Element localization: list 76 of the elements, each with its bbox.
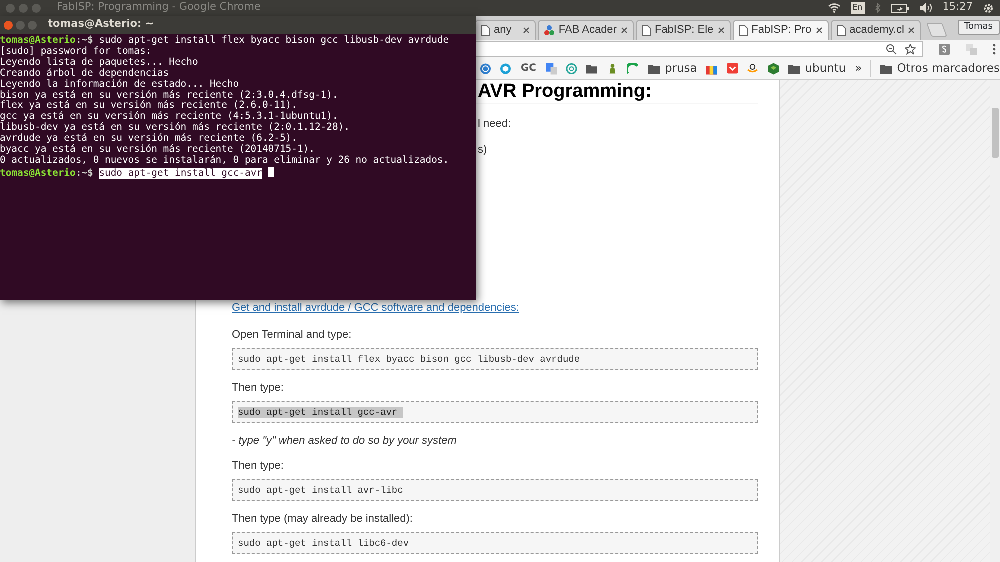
terminal-output: Leyendo lista de paquetes... Hecho bbox=[0, 56, 198, 68]
battery-icon[interactable] bbox=[890, 4, 909, 12]
paragraph-text: Then type (may already be installed): bbox=[232, 512, 414, 526]
star-icon[interactable] bbox=[905, 44, 916, 54]
close-icon[interactable] bbox=[620, 27, 628, 34]
triangle-logo-icon bbox=[544, 25, 555, 36]
document-icon bbox=[836, 25, 846, 36]
smile-arrow-icon[interactable] bbox=[747, 62, 759, 74]
more-bookmarks-button[interactable]: » bbox=[855, 60, 872, 78]
terminal-output: flex ya está en su versión más reciente (2.6.0-11). bbox=[0, 100, 298, 112]
terminal-output: libusb-dev ya está en su versión más reciente (2:0.1.12-28). bbox=[0, 122, 350, 134]
cube-icon[interactable] bbox=[500, 62, 512, 74]
document-icon bbox=[481, 25, 490, 36]
paragraph-text: l need: bbox=[478, 118, 512, 130]
terminal-output: avrdude ya está en su versión más reciente (6.2-5). bbox=[0, 133, 298, 144]
browser-tab[interactable]: any bbox=[475, 20, 536, 40]
pocket-icon[interactable] bbox=[726, 62, 738, 74]
cube-icon[interactable] bbox=[768, 62, 780, 74]
volume-icon[interactable] bbox=[918, 3, 933, 13]
code-block: sudo apt-get install avr-libc bbox=[232, 478, 758, 500]
bookmark-folder[interactable]: prusa bbox=[648, 60, 698, 78]
clock[interactable]: 15:27 bbox=[942, 0, 973, 16]
terminal-output: byacc ya está en su versión más reciente (20140715-1). bbox=[0, 144, 315, 156]
terminal-output: gcc ya está en su versión más reciente (4:5.3.1-1ubuntu1). bbox=[0, 111, 338, 122]
page-heading: AVR Programming: bbox=[478, 81, 653, 103]
menu-icon[interactable] bbox=[993, 44, 996, 54]
folder-icon bbox=[788, 62, 800, 74]
terminal-output: Creando árbol de dependencias bbox=[0, 68, 170, 79]
bluetooth-icon[interactable] bbox=[874, 3, 881, 13]
terminal-output: bison ya está en su versión más reciente (2:3.0.4.dfsg-1). bbox=[0, 90, 338, 101]
paragraph-text: Then type: bbox=[232, 460, 285, 472]
prompt-user: tomas@Asterio bbox=[0, 35, 76, 46]
terminal-output: 0 actualizados, 0 nuevos se instalarán, 0 para eliminar y 26 no actualizados. bbox=[0, 154, 450, 166]
paragraph-text: Then type: bbox=[232, 382, 285, 394]
scrollbar[interactable] bbox=[990, 80, 1000, 562]
terminal-output: [sudo] password for tomas: bbox=[0, 46, 152, 57]
window-title: FabISP: Programming - Google Chrome bbox=[57, 0, 261, 16]
profile-button[interactable]: Tomas bbox=[958, 20, 1000, 35]
close-icon[interactable] bbox=[908, 27, 916, 34]
browser-tab[interactable]: FabISP: Pro bbox=[732, 20, 829, 40]
terminal-command: sudo apt-get install gcc-avr bbox=[99, 168, 262, 179]
browser-tab[interactable]: FAB Acader bbox=[538, 20, 634, 40]
wifi-icon[interactable] bbox=[828, 3, 841, 13]
section-link[interactable]: Get and install avrdude / GCC software and dependencies: bbox=[232, 300, 520, 316]
terminal-output: Leyendo la información de estado... Hecho bbox=[0, 78, 240, 90]
code-block: sudo apt-get install gcc-avr bbox=[232, 400, 758, 422]
paragraph-text: s) bbox=[478, 144, 488, 156]
knot-icon[interactable] bbox=[566, 62, 578, 74]
close-icon[interactable] bbox=[718, 27, 725, 34]
circle-icon[interactable] bbox=[480, 62, 492, 74]
zoom-icon[interactable] bbox=[886, 44, 897, 54]
paragraph-text: Open Terminal and type: bbox=[232, 328, 353, 342]
prompt-path: :~$ bbox=[76, 35, 94, 46]
folder-icon bbox=[648, 62, 660, 74]
extension-icon[interactable] bbox=[939, 44, 950, 54]
bookmark[interactable]: GC bbox=[520, 61, 537, 76]
bookmark-folder[interactable]: Otros marcadores bbox=[880, 60, 1000, 78]
code-block: sudo apt-get install libc6-dev bbox=[232, 532, 758, 554]
document-icon bbox=[738, 25, 748, 36]
folder-icon[interactable] bbox=[586, 62, 598, 74]
browser-tab[interactable]: academy.cl bbox=[830, 20, 922, 40]
settings-icon[interactable] bbox=[983, 2, 994, 14]
document-icon bbox=[642, 25, 651, 36]
close-icon[interactable] bbox=[522, 27, 530, 34]
folder-icon bbox=[880, 62, 892, 74]
prompt-user: tomas@Asterio bbox=[0, 168, 76, 179]
terminal-title: tomas@Asterio: ~ bbox=[48, 17, 154, 32]
prompt-path: :~$ bbox=[76, 168, 94, 179]
keyboard-layout-indicator[interactable]: En bbox=[850, 2, 865, 14]
browser-tab[interactable]: FabISP: Ele bbox=[636, 20, 731, 40]
note-text: - type "y" when asked to do so by your system bbox=[232, 434, 458, 448]
code-block: sudo apt-get install flex byacc bison gcc libusb-dev avrdude bbox=[232, 348, 758, 370]
bookmark-folder[interactable]: ubuntu bbox=[788, 60, 846, 78]
terminal-command: sudo apt-get install flex byacc bison gcc libusb-dev avrdude bbox=[99, 35, 450, 46]
close-icon[interactable] bbox=[816, 27, 823, 34]
swirl-icon[interactable] bbox=[627, 62, 639, 74]
